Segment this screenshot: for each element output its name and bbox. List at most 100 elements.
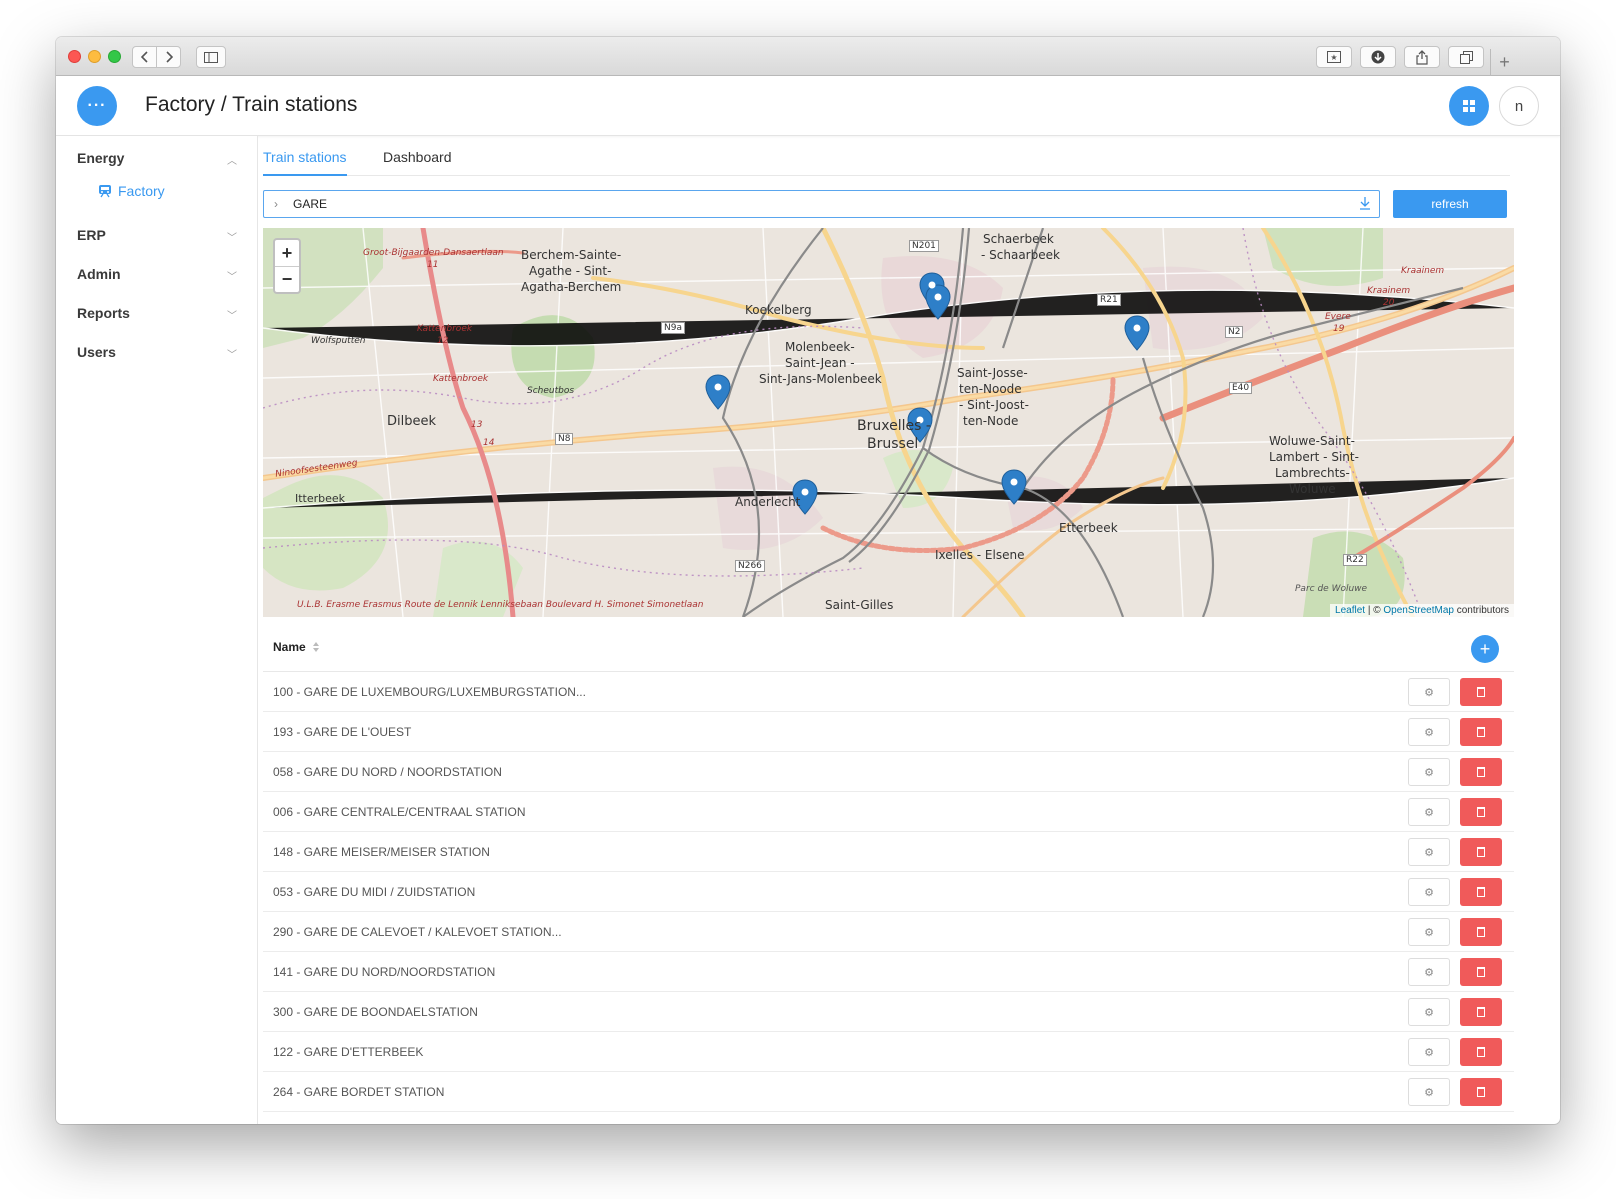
edit-button[interactable]: ⚙ [1408,678,1450,706]
route-number: 12 [437,336,449,346]
grid-icon [1463,100,1475,112]
edit-button[interactable]: ⚙ [1408,718,1450,746]
sidebar-group-users[interactable]: Users ﹀ [77,344,237,364]
street-label: Groot-Bijgaarden-Dansaertlaan [363,248,504,258]
tabs-icon [1459,50,1473,64]
street-label: U.L.B. Erasme Erasmus Route de Lennik Le… [297,600,704,610]
app-menu-button[interactable]: ··· [77,86,117,126]
chevron-down-icon: ﹀ [227,272,237,283]
trash-icon [1477,1087,1485,1097]
refresh-button[interactable]: refresh [1393,190,1507,218]
delete-button[interactable] [1460,1078,1502,1106]
delete-button[interactable] [1460,838,1502,866]
browser-window: ★ + ··· Factory / Train stations n Energ… [56,37,1560,1124]
delete-button[interactable] [1460,758,1502,786]
station-list: 100 - GARE DE LUXEMBOURG/LUXEMBURGSTATIO… [263,672,1514,1112]
street-label: Evere [1325,312,1351,322]
tab-train-stations[interactable]: Train stations [263,149,347,176]
new-tab-button[interactable]: + [1490,49,1518,76]
zoom-out-button[interactable]: − [275,266,299,292]
sidebar-group-label: Energy [77,150,125,166]
edit-button[interactable]: ⚙ [1408,998,1450,1026]
sidebar-group-erp[interactable]: ERP ﹀ [77,227,237,247]
osm-link[interactable]: OpenStreetMap [1383,605,1454,616]
share-button[interactable] [1404,46,1440,68]
download-icon[interactable] [1359,196,1371,210]
edit-button[interactable]: ⚙ [1408,878,1450,906]
plus-icon: + [1499,52,1510,72]
close-window-button[interactable] [68,50,81,63]
bookmark-button[interactable]: ★ [1316,46,1352,68]
edit-button[interactable]: ⚙ [1408,1078,1450,1106]
gear-icon: ⚙ [1424,926,1434,939]
edit-button[interactable]: ⚙ [1408,798,1450,826]
sidebar-item-label: Factory [118,183,165,199]
table-row: 193 - GARE DE L'OUEST ⚙ [263,712,1514,752]
gear-icon: ⚙ [1424,886,1434,899]
edit-button[interactable]: ⚙ [1408,958,1450,986]
edit-button[interactable]: ⚙ [1408,918,1450,946]
star-icon: ★ [1327,51,1341,63]
zoom-window-button[interactable] [108,50,121,63]
sidebar-group-energy[interactable]: Energy ︿ [77,150,237,170]
sidebar-group-reports[interactable]: Reports ﹀ [77,305,237,325]
delete-button[interactable] [1460,678,1502,706]
trash-icon [1477,1047,1485,1057]
user-avatar[interactable]: n [1499,86,1539,126]
edit-button[interactable]: ⚙ [1408,758,1450,786]
route-number: 13 [471,420,483,430]
table-row: 264 - GARE BORDET STATION ⚙ [263,1072,1514,1112]
gear-icon: ⚙ [1424,1046,1434,1059]
sidebar-group-admin[interactable]: Admin ﹀ [77,266,237,286]
table-row: 058 - GARE DU NORD / NOORDSTATION ⚙ [263,752,1514,792]
edit-button[interactable]: ⚙ [1408,838,1450,866]
sidebar-toggle-button[interactable] [196,46,226,68]
trash-icon [1477,967,1485,977]
street-label: Kattenbroek [417,324,473,334]
back-button[interactable] [132,46,157,68]
station-name: 122 - GARE D'ETTERBEEK [273,1045,424,1059]
map[interactable]: Berchem-Sainte- Agathe - Sint- Agatha-Be… [263,228,1514,617]
download-circle-icon [1371,50,1385,64]
search-box[interactable]: › [263,190,1380,218]
forward-button[interactable] [156,46,181,68]
table-row: 148 - GARE MEISER/MEISER STATION ⚙ [263,832,1514,872]
station-name: 141 - GARE DU NORD/NOORDSTATION [273,965,496,979]
delete-button[interactable] [1460,958,1502,986]
apps-grid-button[interactable] [1449,86,1489,126]
download-button[interactable] [1360,46,1396,68]
delete-button[interactable] [1460,1038,1502,1066]
chevron-left-icon [140,51,148,63]
table-row: 122 - GARE D'ETTERBEEK ⚙ [263,1032,1514,1072]
sidebar-item-factory[interactable]: Factory [98,183,165,199]
minimize-window-button[interactable] [88,50,101,63]
more-icon: ··· [87,97,107,114]
add-station-button[interactable]: + [1471,635,1499,663]
trash-icon [1477,807,1485,817]
delete-button[interactable] [1460,718,1502,746]
trash-icon [1477,847,1485,857]
delete-button[interactable] [1460,918,1502,946]
chevron-down-icon: ﹀ [227,350,237,361]
search-input[interactable] [293,195,1333,213]
chevron-up-icon: ︿ [227,156,237,167]
trash-icon [1477,727,1485,737]
tabs-overview-button[interactable] [1448,46,1484,68]
zoom-in-button[interactable]: + [275,240,299,266]
route-number: 11 [427,260,439,270]
trash-icon [1477,1007,1485,1017]
station-name: 148 - GARE MEISER/MEISER STATION [273,845,490,859]
name-column-header[interactable]: Name [273,640,320,654]
street-label: Kraainem [1367,286,1411,296]
tab-dashboard[interactable]: Dashboard [383,149,452,176]
sidebar: Energy ︿ Factory ERP ﹀ Admin ﹀ Reports ﹀… [56,136,258,1124]
street-label: Kraainem [1401,266,1445,276]
route-number: 14 [483,438,495,448]
edit-button[interactable]: ⚙ [1408,1038,1450,1066]
delete-button[interactable] [1460,798,1502,826]
chevron-down-icon: ﹀ [227,311,237,322]
chevron-down-icon: ﹀ [227,233,237,244]
delete-button[interactable] [1460,878,1502,906]
delete-button[interactable] [1460,998,1502,1026]
leaflet-link[interactable]: Leaflet [1335,605,1365,616]
